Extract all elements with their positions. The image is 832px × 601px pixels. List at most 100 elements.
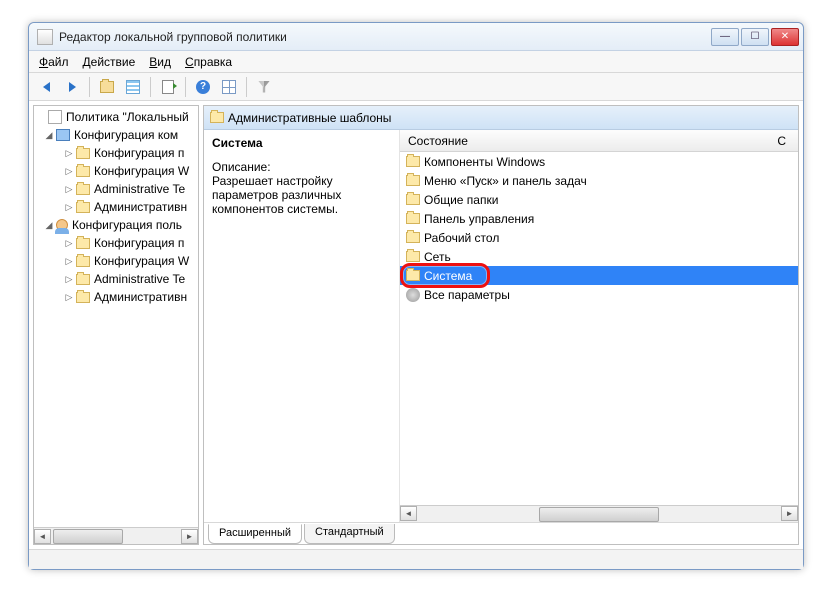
folder-icon — [406, 194, 420, 205]
policy-icon — [48, 110, 62, 124]
twisty-icon[interactable]: ▷ — [64, 148, 74, 158]
forward-button[interactable] — [61, 76, 83, 98]
list-item[interactable]: Сеть — [400, 247, 798, 266]
export-button[interactable] — [157, 76, 179, 98]
tree-item[interactable]: ▷ Конфигурация W — [34, 252, 198, 270]
twisty-icon[interactable]: ▷ — [64, 274, 74, 284]
list-item[interactable]: Компоненты Windows — [400, 152, 798, 171]
tabs: Расширенный Стандартный — [204, 522, 798, 544]
minimize-button[interactable]: — — [711, 28, 739, 46]
tree-label: Политика "Локальный — [66, 110, 189, 124]
tree-item[interactable]: ▷Конфигурация W — [34, 162, 198, 180]
list-item-label: Меню «Пуск» и панель задач — [424, 174, 587, 188]
list-item[interactable]: Рабочий стол — [400, 228, 798, 247]
folder-icon — [76, 148, 90, 159]
list-body[interactable]: Компоненты Windows Меню «Пуск» и панель з… — [400, 152, 798, 505]
column-header[interactable]: Состояние С — [400, 130, 798, 152]
twisty-icon[interactable]: ◢ — [44, 130, 54, 140]
list-item-label: Панель управления — [424, 212, 534, 226]
menu-view[interactable]: Вид — [145, 53, 175, 71]
arrow-left-icon — [43, 82, 50, 92]
tab-standard[interactable]: Стандартный — [304, 524, 395, 544]
tree-label: Конфигурация W — [94, 254, 189, 268]
tree-item[interactable]: ▷Административн — [34, 288, 198, 306]
twisty-icon[interactable]: ▷ — [64, 292, 74, 302]
folder-icon — [406, 232, 420, 243]
list-item[interactable]: Система — [400, 266, 798, 285]
twisty-icon[interactable]: ◢ — [44, 220, 54, 230]
twisty-icon[interactable]: ▷ — [64, 202, 74, 212]
menu-help[interactable]: Справка — [181, 53, 236, 71]
folder-icon — [76, 166, 90, 177]
menu-file[interactable]: Файл — [35, 53, 73, 71]
close-button[interactable]: ✕ — [771, 28, 799, 46]
arrow-right-icon — [69, 82, 76, 92]
tree-label: Administrative Te — [94, 182, 185, 196]
tree-item[interactable]: ▷Административн — [34, 198, 198, 216]
tree-label: Конфигурация п — [94, 146, 184, 160]
tree-label: Конфигурация ком — [74, 128, 178, 142]
scroll-thumb[interactable] — [53, 529, 123, 544]
tree-computer[interactable]: ◢ Конфигурация ком — [34, 126, 198, 144]
tree-item[interactable]: ▷ Конфигурация п — [34, 144, 198, 162]
folder-icon — [76, 274, 90, 285]
titlebar[interactable]: Редактор локальной групповой политики — … — [29, 23, 803, 51]
list-item[interactable]: Все параметры — [400, 285, 798, 304]
list-hscrollbar[interactable]: ◄ ► — [400, 505, 798, 522]
twisty-icon[interactable]: ▷ — [64, 256, 74, 266]
app-window: Редактор локальной групповой политики — … — [28, 22, 804, 570]
column-state[interactable]: Состояние — [408, 134, 468, 148]
tree-item[interactable]: ▷ Administrative Te — [34, 180, 198, 198]
maximize-button[interactable]: ☐ — [741, 28, 769, 46]
list-item[interactable]: Общие папки — [400, 190, 798, 209]
show-hide-tree-button[interactable] — [122, 76, 144, 98]
tree-item[interactable]: ▷ Administrative Te — [34, 270, 198, 288]
separator — [89, 77, 90, 97]
tab-extended[interactable]: Расширенный — [208, 524, 302, 544]
menu-action[interactable]: Действие — [79, 53, 140, 71]
tree-label: Конфигурация поль — [72, 218, 182, 232]
folder-icon — [76, 202, 90, 213]
computer-icon — [56, 129, 70, 141]
scroll-right-button[interactable]: ► — [181, 529, 198, 544]
tree-user[interactable]: ◢ Конфигурация поль — [34, 216, 198, 234]
description-column: Система Описание: Разрешает настройку па… — [204, 130, 400, 522]
folder-icon — [406, 251, 420, 262]
help-button[interactable]: ? — [192, 76, 214, 98]
back-button[interactable] — [35, 76, 57, 98]
tree-hscrollbar[interactable]: ◄ ► — [34, 527, 198, 544]
filter-icon — [258, 81, 270, 93]
folder-icon — [406, 175, 420, 186]
tree-item[interactable]: ▷Конфигурация п — [34, 234, 198, 252]
scroll-left-button[interactable]: ◄ — [34, 529, 51, 544]
description-label: Описание: — [212, 160, 391, 174]
scroll-right-button[interactable]: ► — [781, 506, 798, 521]
twisty-icon[interactable] — [36, 112, 46, 122]
tree-label: Administrative Te — [94, 272, 185, 286]
list-item-label: Сеть — [424, 250, 451, 264]
filter-button[interactable] — [253, 76, 275, 98]
app-icon — [37, 29, 53, 45]
column-c[interactable]: С — [777, 134, 790, 148]
properties-button[interactable] — [218, 76, 240, 98]
scroll-left-button[interactable]: ◄ — [400, 506, 417, 521]
list-item-label: Рабочий стол — [424, 231, 499, 245]
separator — [185, 77, 186, 97]
list-item[interactable]: Меню «Пуск» и панель задач — [400, 171, 798, 190]
up-button[interactable] — [96, 76, 118, 98]
scroll-thumb[interactable] — [539, 507, 659, 522]
list-item[interactable]: Панель управления — [400, 209, 798, 228]
separator — [246, 77, 247, 97]
description-text: Разрешает настройку параметров различных… — [212, 174, 391, 216]
tree[interactable]: Политика "Локальный ◢ Конфигурация ком ▷… — [34, 106, 198, 527]
window-title: Редактор локальной групповой политики — [59, 30, 711, 44]
folder-icon — [406, 270, 420, 281]
twisty-icon[interactable]: ▷ — [64, 166, 74, 176]
help-icon: ? — [196, 80, 210, 94]
content-pane: Административные шаблоны Система Описани… — [203, 105, 799, 545]
user-icon — [56, 219, 68, 231]
grid-icon — [222, 80, 236, 94]
tree-root[interactable]: Политика "Локальный — [34, 108, 198, 126]
twisty-icon[interactable]: ▷ — [64, 238, 74, 248]
twisty-icon[interactable]: ▷ — [64, 184, 74, 194]
